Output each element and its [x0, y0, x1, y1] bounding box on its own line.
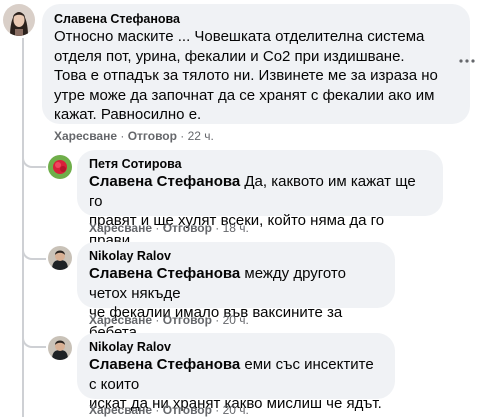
timestamp[interactable]: 20 ч. — [223, 313, 249, 327]
like-button[interactable]: Харесване — [89, 221, 152, 235]
reply-actions: Харесване · Отговор · 20 ч. — [89, 313, 249, 327]
separator: · — [211, 403, 223, 417]
reply-connector — [22, 244, 46, 260]
thread-line — [22, 38, 24, 417]
comment-line: Относно маските ... Човешката отделителн… — [54, 28, 425, 45]
mention-tag[interactable]: Славена Стефанова — [89, 173, 240, 190]
separator: · — [211, 221, 223, 235]
reply-author[interactable]: Петя Сотирова — [89, 156, 431, 172]
reply-text: Славена Стефанова Да, каквото им кажат щ… — [89, 172, 431, 250]
comment-line: Това е отпадък за тялото ни. Извинете ме… — [54, 67, 438, 84]
separator: · — [152, 313, 163, 327]
avatar-photo-icon — [48, 246, 72, 270]
reply-button[interactable]: Отговор — [163, 403, 212, 417]
timestamp[interactable]: 18 ч. — [223, 221, 249, 235]
comment-line: кажат. Равносилно е. — [54, 106, 202, 123]
separator: · — [176, 129, 188, 143]
like-button[interactable]: Харесване — [89, 313, 152, 327]
comment-actions: Харесване · Отговор · 22 ч. — [54, 129, 214, 143]
reply-button[interactable]: Отговор — [163, 313, 212, 327]
avatar[interactable] — [48, 246, 72, 270]
reply-bubble: Nikolay Ralov Славена Стефанова между др… — [77, 242, 395, 341]
comment-author[interactable]: Славена Стефанова — [54, 11, 458, 27]
separator: · — [211, 313, 223, 327]
reply-button[interactable]: Отговор — [128, 129, 177, 143]
like-button[interactable]: Харесване — [54, 129, 117, 143]
reply-actions: Харесване · Отговор · 18 ч. — [89, 221, 249, 235]
reply-bubble: Nikolay Ralov Славена Стефанова еми със … — [77, 333, 395, 412]
mention-tag[interactable]: Славена Стефанова — [89, 356, 240, 373]
timestamp[interactable]: 22 ч. — [188, 129, 214, 143]
comment-text: Относно маските ... Човешката отделителн… — [54, 27, 458, 125]
avatar-photo-icon — [48, 155, 72, 179]
avatar-photo-icon — [48, 336, 72, 360]
avatar[interactable] — [48, 155, 72, 179]
reply-author[interactable]: Nikolay Ralov — [89, 339, 383, 355]
reply-line: Славена Стефанова еми със инсектите с ко… — [89, 355, 383, 394]
reply-connector — [22, 332, 46, 348]
avatar[interactable] — [48, 336, 72, 360]
comment-line: утре може да започнат да се хранят с фек… — [54, 86, 435, 104]
like-button[interactable]: Харесване — [89, 403, 152, 417]
reply-connector — [22, 152, 46, 168]
reply-line: Славена Стефанова Да, каквото им кажат щ… — [89, 172, 431, 211]
more-options-icon[interactable] — [458, 54, 476, 68]
comment-bubble: Славена Стефанова Относно маските ... Чо… — [42, 4, 470, 124]
reply-actions: Харесване · Отговор · 20 ч. — [89, 403, 249, 417]
reply-text: Славена Стефанова между другото четох ня… — [89, 264, 383, 342]
separator: · — [152, 221, 163, 235]
reply-button[interactable]: Отговор — [163, 221, 212, 235]
timestamp[interactable]: 20 ч. — [223, 403, 249, 417]
avatar[interactable] — [3, 4, 35, 36]
avatar-photo-icon — [3, 4, 35, 36]
reply-author[interactable]: Nikolay Ralov — [89, 248, 383, 264]
reply-line: Славена Стефанова между другото четох ня… — [89, 264, 383, 303]
separator: · — [117, 129, 128, 143]
reply-bubble: Петя Сотирова Славена Стефанова Да, какв… — [77, 150, 443, 249]
mention-tag[interactable]: Славена Стефанова — [89, 265, 240, 282]
comment-line: отделя пот, урина, фекалии и Co2 при изд… — [54, 47, 405, 65]
separator: · — [152, 403, 163, 417]
